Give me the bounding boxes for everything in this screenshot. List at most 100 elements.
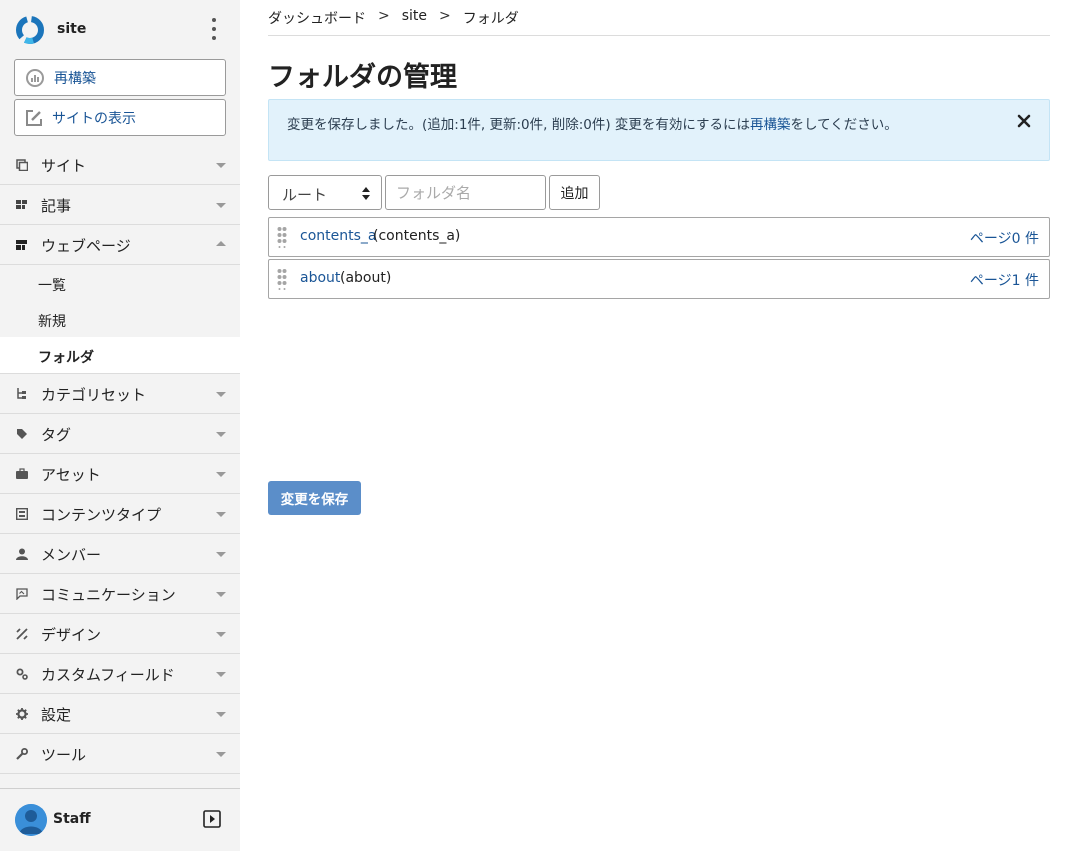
main-menu: サイト 記事 ウェブページ 一覧 新規 フォルダ カテゴリセット タグ アセット… — [0, 145, 240, 774]
wrench-icon — [16, 748, 28, 760]
tag-icon — [17, 429, 27, 439]
rebuild-link[interactable]: 再構築 — [750, 117, 791, 133]
menu-item-tools[interactable]: ツール — [0, 734, 240, 774]
breadcrumb: ダッシュボード > site > フォルダ — [268, 8, 519, 28]
avatar[interactable] — [15, 804, 47, 836]
design-icon — [16, 628, 28, 640]
sidebar: site 再構築 サイトの表示 サイト 記事 ウェブページ 一覧 新規 フォルダ… — [0, 0, 240, 851]
movable-type-logo-icon — [16, 16, 44, 44]
menu-item-communication[interactable]: コミュニケーション — [0, 574, 240, 614]
menu-item-webpage[interactable]: ウェブページ — [0, 225, 240, 265]
menu-item-design[interactable]: デザイン — [0, 614, 240, 654]
chevron-down-icon — [216, 552, 226, 557]
user-name[interactable]: Staff — [53, 811, 91, 827]
chevron-down-icon — [216, 752, 226, 757]
rebuild-label: 再構築 — [54, 70, 96, 87]
folder-row: contents_a (contents_a) ページ0 件 — [268, 217, 1050, 257]
chevron-down-icon — [216, 392, 226, 397]
parent-folder-select[interactable]: ルート — [268, 175, 382, 210]
select-arrows-icon — [362, 187, 370, 200]
folder-name-input[interactable] — [385, 175, 546, 210]
folder-page-count-link[interactable]: ページ1 件 — [970, 270, 1039, 290]
drag-handle-icon[interactable] — [277, 226, 287, 248]
alert-message: 変更を保存しました。(追加:1件, 更新:0件, 削除:0件) 変更を有効にする… — [287, 113, 898, 133]
breadcrumb-separator: > — [439, 8, 451, 24]
parent-folder-value: ルート — [282, 186, 328, 204]
view-site-button[interactable]: サイトの表示 — [14, 99, 226, 136]
breadcrumb-site[interactable]: site — [402, 8, 427, 28]
folder-basename: (about) — [340, 270, 392, 286]
site-header: site — [0, 0, 240, 58]
kebab-menu-icon[interactable] — [206, 18, 222, 40]
sub-item-folder[interactable]: フォルダ — [0, 337, 240, 374]
chevron-down-icon — [216, 512, 226, 517]
menu-label: サイト — [41, 157, 87, 175]
folder-row: about (about) ページ1 件 — [268, 259, 1050, 299]
sub-label: 新規 — [38, 314, 66, 330]
folder-label-link[interactable]: contents_a — [300, 228, 376, 244]
menu-label: 記事 — [41, 197, 72, 215]
menu-label: デザイン — [41, 626, 102, 644]
menu-label: コミュニケーション — [41, 586, 176, 604]
breadcrumb-current: フォルダ — [462, 11, 519, 27]
chevron-down-icon — [216, 203, 226, 208]
user-area: Staff — [0, 788, 240, 851]
sub-item-new[interactable]: 新規 — [0, 301, 240, 337]
user-avatar-icon — [15, 804, 47, 836]
menu-item-site[interactable]: サイト — [0, 145, 240, 185]
menu-label: カスタムフィールド — [41, 666, 175, 684]
menu-item-content-type[interactable]: コンテンツタイプ — [0, 494, 240, 534]
sub-item-list[interactable]: 一覧 — [0, 265, 240, 301]
chevron-up-icon — [216, 241, 226, 246]
sub-label: フォルダ — [38, 350, 94, 366]
menu-item-category-set[interactable]: カテゴリセット — [0, 374, 240, 414]
menu-label: メンバー — [41, 546, 102, 564]
add-button[interactable]: 追加 — [549, 175, 600, 210]
menu-item-tag[interactable]: タグ — [0, 414, 240, 454]
drag-handle-icon[interactable] — [277, 268, 287, 290]
chevron-down-icon — [216, 632, 226, 637]
member-icon — [16, 548, 28, 560]
chevron-down-icon — [216, 712, 226, 717]
menu-label: アセット — [41, 466, 101, 484]
menu-item-custom-field[interactable]: カスタムフィールド — [0, 654, 240, 694]
collapse-sidebar-icon[interactable] — [203, 810, 221, 828]
breadcrumb-separator: > — [378, 8, 390, 24]
menu-label: カテゴリセット — [41, 386, 147, 404]
content-type-icon — [16, 508, 28, 520]
site-name[interactable]: site — [57, 21, 86, 37]
category-set-icon — [17, 388, 26, 399]
chevron-down-icon — [216, 672, 226, 677]
rebuild-icon — [26, 68, 44, 87]
breadcrumb-dashboard[interactable]: ダッシュボード — [268, 8, 366, 28]
menu-item-settings[interactable]: 設定 — [0, 694, 240, 734]
view-site-label: サイトの表示 — [52, 110, 136, 127]
chevron-down-icon — [216, 432, 226, 437]
chevron-down-icon — [216, 592, 226, 597]
menu-label: 設定 — [41, 706, 72, 724]
menu-label: コンテンツタイプ — [41, 506, 162, 524]
folder-label-link[interactable]: about — [300, 270, 340, 286]
asset-icon — [16, 468, 28, 479]
folder-basename: (contents_a) — [373, 228, 461, 244]
gear-icon — [16, 708, 28, 720]
menu-item-entry[interactable]: 記事 — [0, 185, 240, 225]
edit-external-icon — [26, 109, 42, 126]
success-alert: 変更を保存しました。(追加:1件, 更新:0件, 削除:0件) 変更を有効にする… — [268, 99, 1050, 161]
alert-text-after: をしてください。 — [790, 117, 898, 133]
menu-item-asset[interactable]: アセット — [0, 454, 240, 494]
save-changes-button[interactable]: 変更を保存 — [268, 481, 361, 515]
sub-label: 一覧 — [38, 278, 66, 294]
menu-label: タグ — [41, 426, 72, 444]
folder-page-count-link[interactable]: ページ0 件 — [970, 228, 1039, 248]
communication-icon — [16, 588, 28, 600]
chevron-down-icon — [216, 472, 226, 477]
breadcrumb-divider — [268, 35, 1050, 36]
menu-label: ツール — [41, 746, 87, 764]
menu-item-member[interactable]: メンバー — [0, 534, 240, 574]
page-title: フォルダの管理 — [268, 62, 457, 93]
chevron-down-icon — [216, 163, 226, 168]
webpage-icon — [16, 240, 27, 250]
rebuild-button[interactable]: 再構築 — [14, 59, 226, 96]
close-icon[interactable] — [1015, 112, 1033, 130]
